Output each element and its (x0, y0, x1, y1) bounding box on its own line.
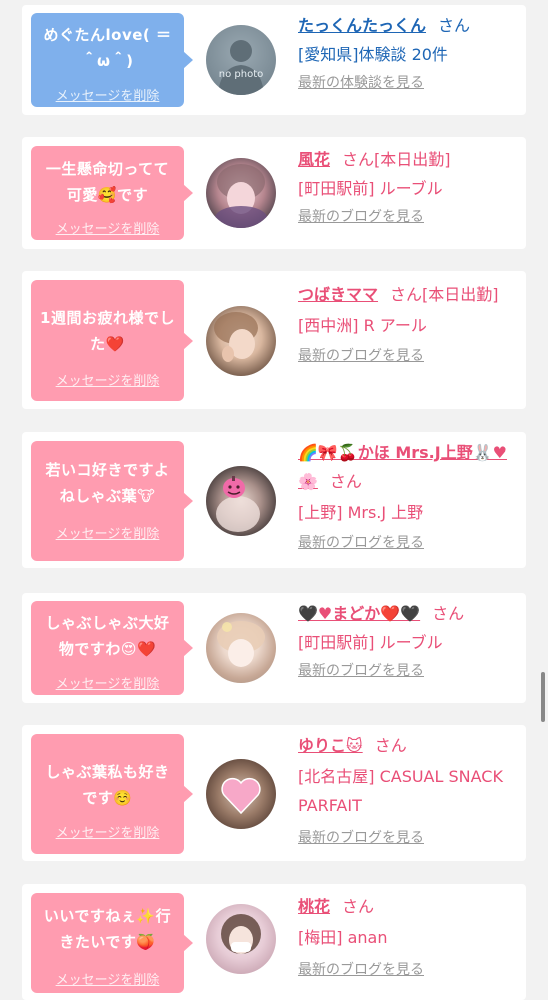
user-detail: [町田駅前] ルーブル (298, 633, 443, 652)
delete-message-link[interactable]: メッセージを削除 (31, 218, 184, 237)
honorific: さん (342, 897, 375, 916)
message-card: いいですねぇ✨行きたいです🍑 メッセージを削除 桃花 さん [梅田] anan 最… (22, 884, 526, 1000)
user-info: 桃花 さん [梅田] anan 最新のブログを見る (298, 892, 518, 985)
delete-message-link[interactable]: メッセージを削除 (31, 370, 184, 389)
heart-sticker-icon (221, 777, 261, 815)
honorific: さん (374, 736, 407, 755)
user-name-link[interactable]: 桃花 (298, 897, 330, 916)
profile-photo-icon (221, 914, 261, 954)
scrollbar[interactable] (541, 672, 545, 722)
delete-message-link[interactable]: メッセージを削除 (31, 822, 184, 841)
message-text: 1週間お疲れ様でした❤️ (40, 309, 175, 353)
avatar[interactable] (206, 613, 276, 683)
message-card: 若いコ好きですよねしゃぶ葉🐮 メッセージを削除 🌈🎀🍒かほ Mrs.J上野🐰♥🌸… (22, 432, 526, 568)
message-bubble: しゃぶ葉私も好きです☺️ メッセージを削除 (31, 734, 193, 854)
user-name-link[interactable]: ゆりこ🐱 (298, 736, 363, 755)
latest-blog-link[interactable]: 最新のブログを見る (298, 529, 518, 558)
profile-photo-icon (214, 312, 258, 362)
message-bubble: しゃぶしゃぶ大好物ですわ😍❤️ メッセージを削除 (31, 601, 193, 695)
avatar[interactable] (206, 306, 276, 376)
profile-photo-icon (215, 164, 267, 228)
honorific: さん[本日出勤] (390, 285, 499, 304)
message-bubble: 一生懸命切ってて可愛🥰です メッセージを削除 (31, 146, 193, 240)
message-bubble: めぐたんlove( ＝＾ω＾) メッセージを削除 (31, 13, 193, 107)
message-text: めぐたんlove( ＝＾ω＾) (43, 26, 172, 70)
pumpkin-sticker-icon (216, 476, 260, 532)
latest-blog-link[interactable]: 最新のブログを見る (298, 203, 518, 232)
user-info: ゆりこ🐱 さん [北名古屋] CASUAL SNACK PARFAIT 最新のブロ… (298, 731, 518, 853)
user-name-link[interactable]: 🖤♥まどか❤️🖤 (298, 604, 420, 623)
avatar[interactable] (206, 466, 276, 536)
user-info: 風花 さん[本日出勤] [町田駅前] ルーブル 最新のブログを見る (298, 145, 518, 232)
message-card: めぐたんlove( ＝＾ω＾) メッセージを削除 no photo たっくんたっ… (22, 5, 526, 115)
avatar[interactable] (206, 158, 276, 228)
message-card: 一生懸命切ってて可愛🥰です メッセージを削除 風花 さん[本日出勤] [町田駅前]… (22, 137, 526, 249)
latest-reviews-link[interactable]: 最新の体験談を見る (298, 69, 518, 98)
message-card: しゃぶしゃぶ大好物ですわ😍❤️ メッセージを削除 🖤♥まどか❤️🖤 さん [町田駅… (22, 593, 526, 703)
honorific: さん (329, 472, 362, 491)
message-card: しゃぶ葉私も好きです☺️ メッセージを削除 ゆりこ🐱 さん [北名古屋] CASU… (22, 725, 526, 861)
message-text: しゃぶ葉私も好きです☺️ (45, 763, 170, 807)
avatar[interactable]: no photo (206, 25, 276, 95)
user-detail: [北名古屋] CASUAL SNACK PARFAIT (298, 767, 503, 815)
user-name-link[interactable]: たっくんたっくん (298, 16, 426, 35)
message-text: 一生懸命切ってて可愛🥰です (45, 160, 170, 204)
delete-message-link[interactable]: メッセージを削除 (31, 673, 184, 692)
user-detail: [上野] Mrs.J 上野 (298, 503, 424, 522)
honorific: さん (438, 16, 471, 35)
message-text: 若いコ好きですよねしゃぶ葉🐮 (45, 461, 170, 505)
user-name-link[interactable]: 風花 (298, 150, 330, 169)
latest-blog-link[interactable]: 最新のブログを見る (298, 956, 518, 985)
avatar[interactable] (206, 759, 276, 829)
honorific: さん (432, 604, 465, 623)
message-text: しゃぶしゃぶ大好物ですわ😍❤️ (45, 614, 170, 658)
user-detail: [町田駅前] ルーブル (298, 179, 443, 198)
user-info: 🖤♥まどか❤️🖤 さん [町田駅前] ルーブル 最新のブログを見る (298, 599, 518, 686)
person-silhouette-icon (218, 40, 264, 95)
user-detail: [西中洲] R アール (298, 316, 427, 335)
user-info: 🌈🎀🍒かほ Mrs.J上野🐰♥🌸 さん [上野] Mrs.J 上野 最新のブログを… (298, 438, 518, 558)
user-detail: [愛知県]体験談 20件 (298, 45, 448, 64)
user-info: たっくんたっくん さん [愛知県]体験談 20件 最新の体験談を見る (298, 11, 518, 98)
latest-blog-link[interactable]: 最新のブログを見る (298, 342, 518, 371)
message-card: 1週間お疲れ様でした❤️ メッセージを削除 つばきママ さん[本日出勤] [西中洲… (22, 271, 526, 409)
delete-message-link[interactable]: メッセージを削除 (31, 969, 184, 988)
message-bubble: 若いコ好きですよねしゃぶ葉🐮 メッセージを削除 (31, 441, 193, 561)
delete-message-link[interactable]: メッセージを削除 (31, 523, 184, 542)
honorific: さん[本日出勤] (342, 150, 451, 169)
message-bubble: 1週間お疲れ様でした❤️ メッセージを削除 (31, 280, 193, 401)
latest-blog-link[interactable]: 最新のブログを見る (298, 657, 518, 686)
user-info: つばきママ さん[本日出勤] [西中洲] R アール 最新のブログを見る (298, 280, 518, 371)
message-text: いいですねぇ✨行きたいです🍑 (43, 907, 172, 951)
avatar-placeholder-text: no photo (218, 69, 264, 80)
user-name-link[interactable]: つばきママ (298, 285, 378, 304)
profile-photo-icon (217, 621, 265, 667)
message-bubble: いいですねぇ✨行きたいです🍑 メッセージを削除 (31, 893, 193, 993)
latest-blog-link[interactable]: 最新のブログを見る (298, 824, 518, 853)
user-detail: [梅田] anan (298, 928, 388, 947)
delete-message-link[interactable]: メッセージを削除 (31, 85, 184, 104)
avatar[interactable] (206, 904, 276, 974)
